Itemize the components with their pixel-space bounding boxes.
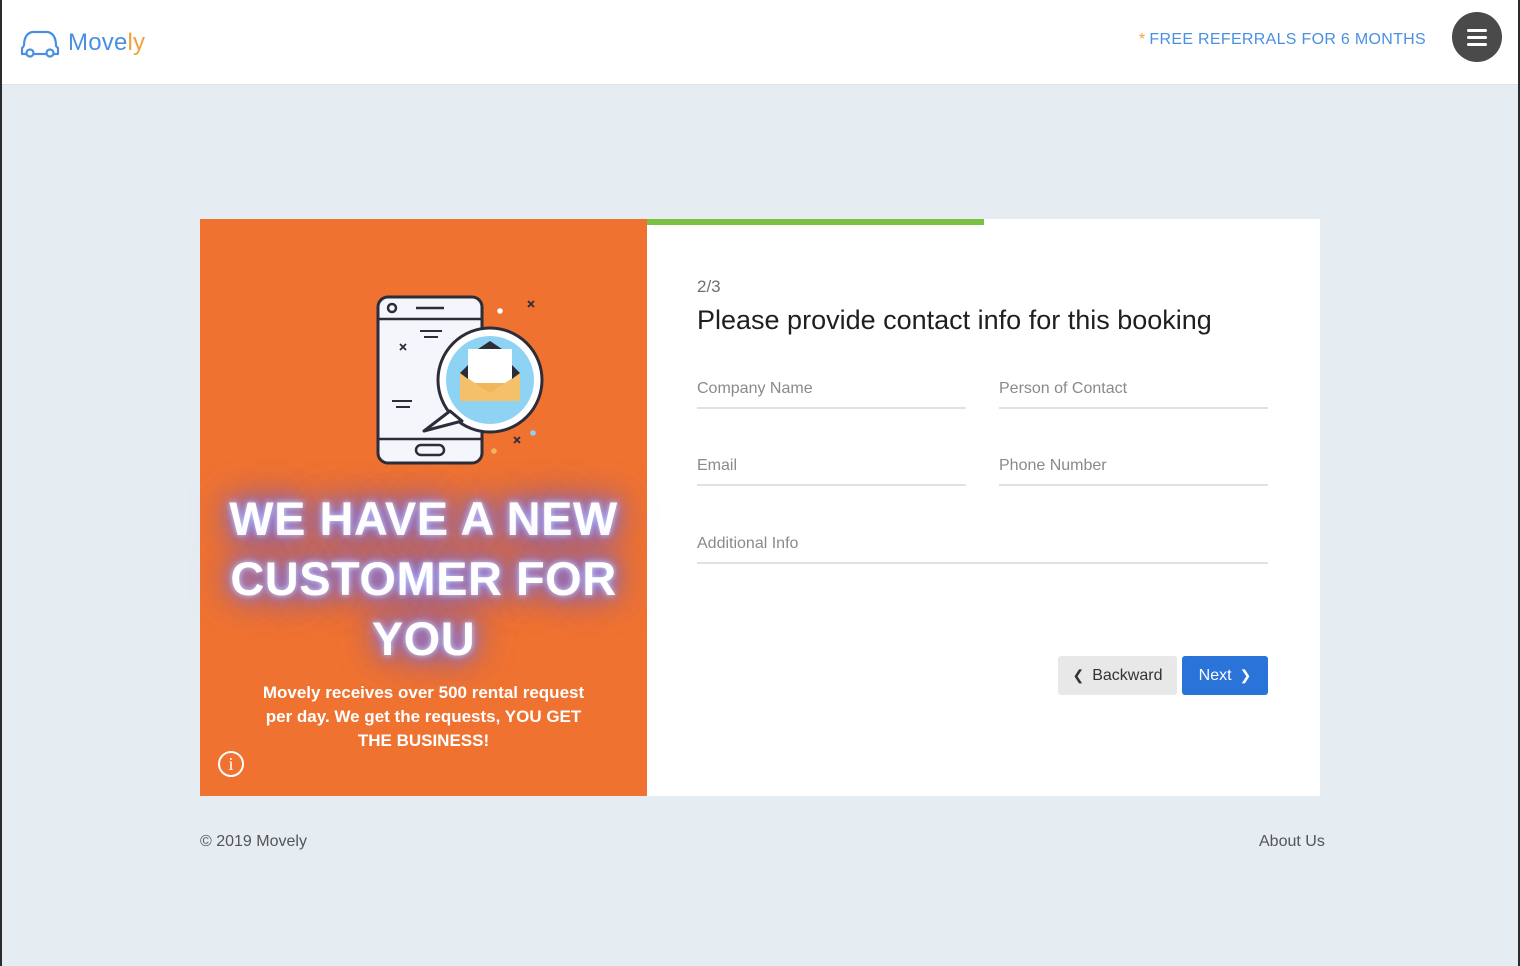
contact-form-panel: 2/3 Please provide contact info for this… xyxy=(647,219,1320,796)
car-icon xyxy=(20,30,60,58)
company-name-field xyxy=(697,365,966,409)
next-button[interactable]: Next ❯ xyxy=(1182,656,1268,695)
footer-copyright: © 2019 Movely xyxy=(200,833,307,850)
about-us-link[interactable]: About Us xyxy=(1259,833,1325,851)
booking-card: WE HAVE A NEW CUSTOMER FOR YOU Movely re… xyxy=(200,219,1320,796)
chevron-left-icon: ❮ xyxy=(1072,667,1085,683)
referral-link[interactable]: * FREE REFERRALS FOR 6 MONTHS xyxy=(1139,31,1426,49)
person-of-contact-field xyxy=(999,365,1268,409)
progress-bar xyxy=(647,219,1320,225)
chevron-right-icon: ❯ xyxy=(1239,667,1252,683)
company-name-input[interactable] xyxy=(697,365,966,407)
promo-panel: WE HAVE A NEW CUSTOMER FOR YOU Movely re… xyxy=(200,219,647,796)
hamburger-menu-icon xyxy=(1467,28,1487,32)
logo-text-main: Move xyxy=(68,29,128,56)
promo-subtitle: Movely receives over 500 rental request … xyxy=(262,683,585,750)
next-button-label: Next xyxy=(1198,666,1232,684)
hamburger-line xyxy=(1467,42,1487,46)
logo-text-accent: ly xyxy=(127,29,146,56)
backward-button[interactable]: ❮ Backward xyxy=(1058,656,1177,695)
referral-text: FREE REFERRALS FOR 6 MONTHS xyxy=(1149,31,1426,48)
logo[interactable]: Movely xyxy=(18,26,145,60)
phone-number-field xyxy=(999,442,1268,486)
additional-info-input[interactable] xyxy=(697,520,1268,562)
backward-button-label: Backward xyxy=(1092,666,1163,684)
phone-message-envelope-illustration xyxy=(376,295,544,465)
referral-star: * xyxy=(1138,31,1146,48)
hamburger-menu-button[interactable] xyxy=(1452,12,1502,62)
info-icon[interactable]: i xyxy=(218,751,244,777)
phone-number-input[interactable] xyxy=(999,442,1268,484)
additional-info-field xyxy=(697,520,1268,564)
header: Movely * FREE REFERRALS FOR 6 MONTHS xyxy=(2,0,1518,85)
form-title: Please provide contact info for this boo… xyxy=(697,305,1212,335)
hamburger-line xyxy=(1467,35,1487,39)
promo-title: WE HAVE A NEW CUSTOMER FOR YOU xyxy=(229,492,618,665)
step-indicator: 2/3 xyxy=(697,277,721,296)
email-input[interactable] xyxy=(697,442,966,484)
logo-text: Movely xyxy=(68,29,145,57)
email-field xyxy=(697,442,966,486)
progress-bar-fill xyxy=(647,219,984,225)
person-of-contact-input[interactable] xyxy=(999,365,1268,407)
